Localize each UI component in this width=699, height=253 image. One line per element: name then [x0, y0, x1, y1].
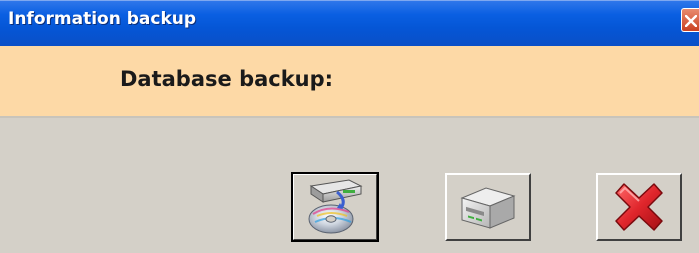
close-button[interactable] — [681, 8, 699, 32]
title-bar[interactable]: Information backup — [0, 0, 699, 46]
restore-button[interactable] — [445, 173, 531, 241]
database-backup-label: Database backup: — [120, 67, 334, 91]
close-icon — [685, 15, 697, 27]
cancel-button[interactable] — [596, 173, 682, 241]
bottom-edge — [0, 247, 699, 253]
backup-to-disc-button[interactable] — [291, 172, 379, 242]
banner: Database backup: — [0, 46, 699, 116]
drive-to-disc-icon — [308, 179, 363, 234]
backup-dialog: Information backup Database backup: — [0, 0, 699, 253]
red-x-icon — [615, 183, 663, 231]
divider — [0, 116, 699, 118]
computer-drive-icon — [460, 187, 516, 229]
window-title: Information backup — [8, 9, 197, 29]
